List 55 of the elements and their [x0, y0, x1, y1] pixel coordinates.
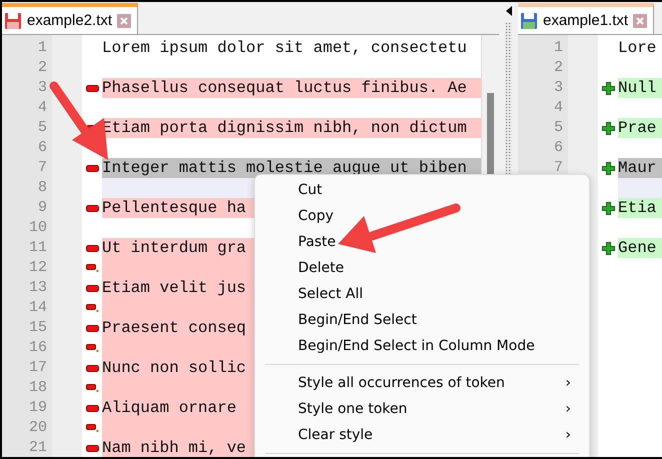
- line-number: 21: [28, 439, 47, 456]
- minus-icon: [86, 244, 98, 252]
- line-number: 4: [38, 99, 47, 116]
- plus-icon: [602, 202, 614, 214]
- line-number: 20: [28, 419, 47, 436]
- line-number: 1: [554, 39, 563, 56]
- line-number: 3: [38, 79, 47, 96]
- tab-title: example2.txt: [27, 12, 112, 29]
- line-number: 7: [38, 159, 47, 176]
- line-number: 9: [38, 199, 47, 216]
- line-number: 15: [28, 319, 47, 336]
- minus-icon: [86, 344, 98, 352]
- line-number: 19: [28, 399, 47, 416]
- line-number: 17: [28, 359, 47, 376]
- line-number: 5: [554, 119, 563, 136]
- tab-title: example1.txt: [543, 12, 628, 29]
- minus-icon: [86, 204, 98, 212]
- line-number: 6: [38, 139, 47, 156]
- line-number: 10: [28, 219, 47, 236]
- plus-icon: [602, 242, 614, 254]
- line-number: 3: [554, 79, 563, 96]
- line-number: 8: [38, 179, 47, 196]
- line-number: 2: [554, 59, 563, 76]
- line-number: 4: [554, 99, 563, 116]
- minus-icon: [86, 404, 98, 412]
- plus-icon: [602, 162, 614, 174]
- file-tab[interactable]: example1.txt: [518, 3, 654, 34]
- line-number: 2: [38, 59, 47, 76]
- minus-icon: [86, 364, 98, 372]
- line-number: 13: [28, 279, 47, 296]
- minus-icon: [86, 444, 98, 452]
- minus-icon: [86, 384, 98, 392]
- minus-icon: [86, 304, 98, 312]
- minus-icon: [86, 264, 98, 272]
- minus-icon: [86, 164, 98, 172]
- plus-icon: [602, 122, 614, 134]
- line-number: 5: [38, 119, 47, 136]
- plus-icon: [602, 82, 614, 94]
- file-tab[interactable]: example2.txt: [2, 3, 138, 34]
- minus-icon: [86, 84, 98, 92]
- line-number: 7: [554, 159, 563, 176]
- line-number: 12: [28, 259, 47, 276]
- line-number: 18: [28, 379, 47, 396]
- line-number: 11: [28, 239, 47, 256]
- menu-item[interactable]: Delete: [255, 255, 589, 281]
- close-icon[interactable]: [633, 14, 648, 28]
- line-number: 1: [38, 39, 47, 56]
- minus-icon: [86, 284, 98, 292]
- minus-icon: [86, 424, 98, 432]
- line-number: 6: [554, 139, 563, 156]
- collapse-arrow-icon[interactable]: [506, 6, 512, 16]
- line-number: 16: [28, 339, 47, 356]
- minus-icon: [86, 324, 98, 332]
- line-number: 14: [28, 299, 47, 316]
- close-icon[interactable]: [117, 14, 132, 28]
